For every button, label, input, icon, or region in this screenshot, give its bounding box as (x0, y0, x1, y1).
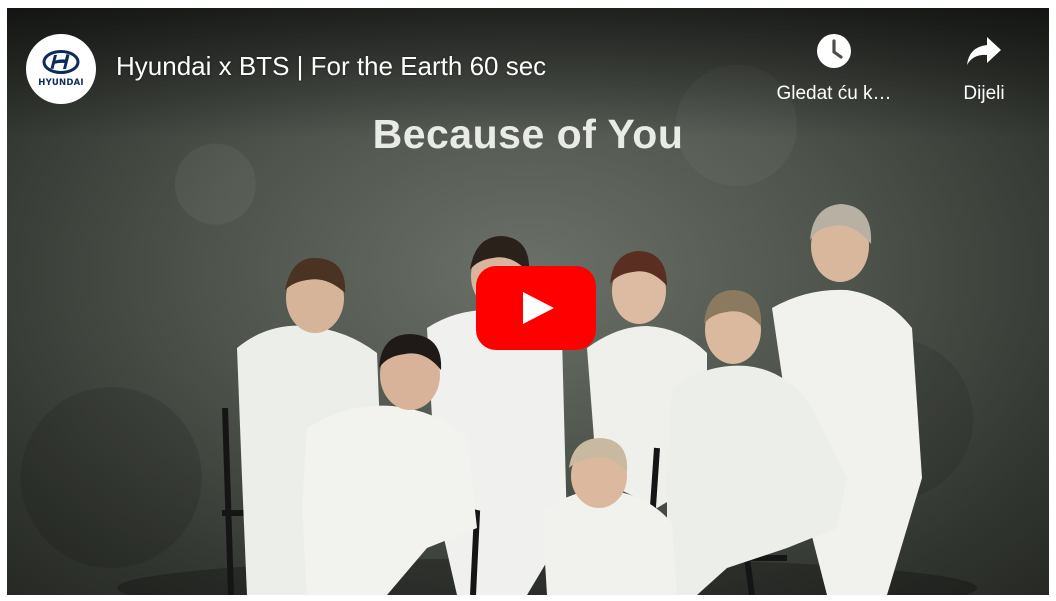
share-button[interactable]: Dijeli (948, 33, 1020, 105)
video-overlay-text: Because of You (372, 111, 684, 157)
watch-later-label: Gledat ću k… (776, 83, 892, 104)
video-player[interactable]: Because of You HYUNDAI Hyundai x BTS | F… (7, 8, 1049, 595)
share-label: Dijeli (963, 83, 1005, 104)
play-icon (523, 292, 554, 324)
play-button[interactable] (476, 266, 596, 350)
video-title[interactable]: Hyundai x BTS | For the Earth 60 sec (116, 51, 546, 82)
channel-avatar[interactable]: HYUNDAI (26, 34, 96, 104)
watch-later-button[interactable]: Gledat ću k… (759, 33, 909, 105)
clock-icon (817, 34, 851, 68)
share-arrow-icon (967, 37, 1001, 65)
hyundai-logo-icon (42, 50, 80, 74)
channel-logo-text: HYUNDAI (38, 78, 84, 88)
